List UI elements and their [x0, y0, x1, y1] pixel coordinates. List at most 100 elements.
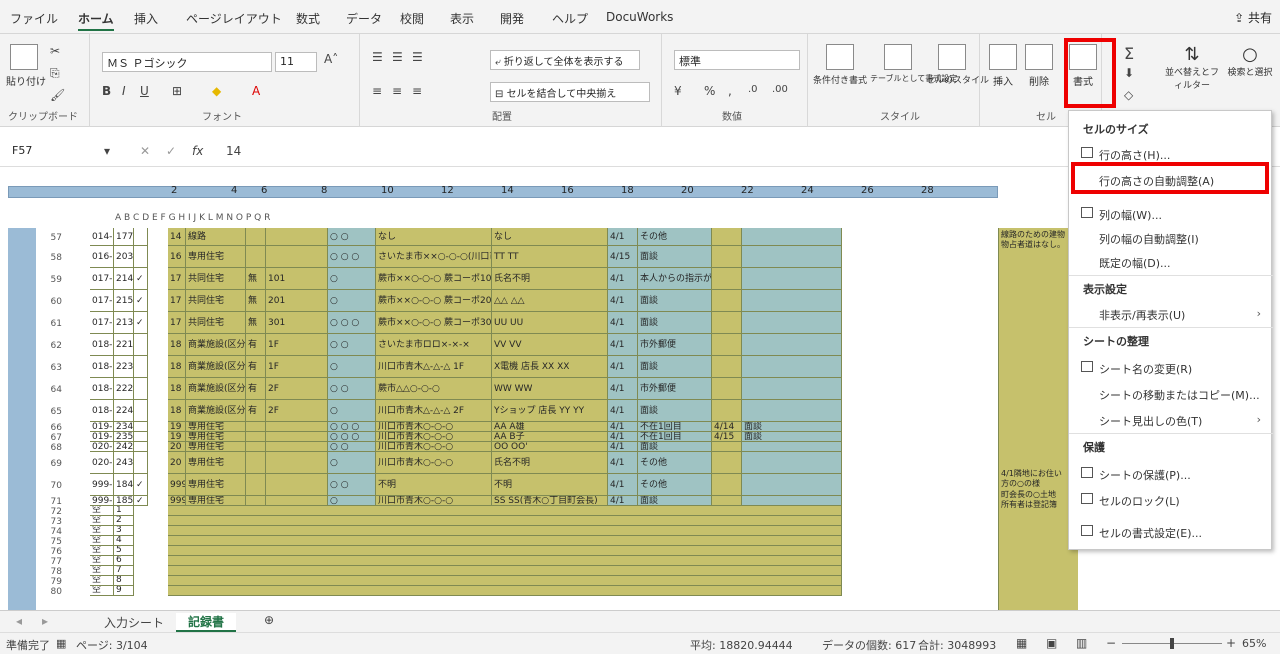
cell[interactable]: [246, 442, 266, 452]
cell[interactable]: 空: [90, 536, 114, 546]
cell[interactable]: 243: [114, 452, 134, 474]
share-button[interactable]: ⇪ 共有: [1234, 9, 1272, 26]
cell[interactable]: 川口市青木○-○-○: [376, 496, 492, 506]
cell[interactable]: 4: [114, 536, 134, 546]
cell[interactable]: [266, 474, 328, 496]
cell[interactable]: TT TT: [492, 246, 608, 268]
menu-rename-sheet[interactable]: シート名の変更(R): [1099, 361, 1192, 377]
format-painter-icon[interactable]: 🖌: [50, 88, 65, 102]
empty-row-band[interactable]: [168, 556, 842, 566]
cell[interactable]: ○ ○ ○: [328, 422, 376, 432]
cell[interactable]: 無: [246, 312, 266, 334]
cell[interactable]: 空: [90, 586, 114, 596]
cell[interactable]: 3: [114, 526, 134, 536]
empty-row-band[interactable]: [168, 506, 842, 516]
cell[interactable]: 017-1: [90, 268, 114, 290]
cell[interactable]: ✓: [134, 312, 148, 334]
side-notes-column[interactable]: 線路のための建物 物占者道はなし。 4/1隣地にお住い 方の○の様 町会長の○土地 所有者…: [998, 228, 1078, 610]
cell[interactable]: [742, 474, 842, 496]
row-number[interactable]: 60: [38, 297, 62, 307]
cell[interactable]: 専用住宅: [186, 442, 246, 452]
row-number[interactable]: 70: [38, 481, 62, 491]
menu-row-height[interactable]: 行の高さ(H)...: [1099, 147, 1170, 163]
cell[interactable]: [712, 268, 742, 290]
cell[interactable]: 018-2: [90, 400, 114, 422]
empty-row-band[interactable]: [168, 536, 842, 546]
cell[interactable]: 234: [114, 422, 134, 432]
cell[interactable]: [266, 228, 328, 246]
row-number[interactable]: 61: [38, 319, 62, 329]
row-number[interactable]: 78: [38, 567, 62, 577]
cell[interactable]: 215: [114, 290, 134, 312]
fill-icon[interactable]: ⬇: [1124, 66, 1134, 80]
tab-data[interactable]: データ: [346, 10, 382, 27]
bold-icon[interactable]: B: [102, 84, 111, 98]
cell[interactable]: 4/1: [608, 474, 638, 496]
cell[interactable]: 無: [246, 268, 266, 290]
cell[interactable]: 8: [114, 576, 134, 586]
cell[interactable]: [712, 378, 742, 400]
cell[interactable]: 氏名不明: [492, 452, 608, 474]
cell[interactable]: 18: [168, 400, 186, 422]
cell[interactable]: 有: [246, 356, 266, 378]
cell[interactable]: 不在1回目: [638, 432, 712, 442]
cell[interactable]: 18: [168, 356, 186, 378]
cell[interactable]: [742, 452, 842, 474]
page-layout-view-icon[interactable]: ▣: [1046, 636, 1057, 650]
cell[interactable]: 224: [114, 400, 134, 422]
row-number[interactable]: 71: [38, 497, 62, 507]
cell[interactable]: [742, 442, 842, 452]
cell[interactable]: 不在1回目: [638, 422, 712, 432]
cell[interactable]: [266, 452, 328, 474]
cell[interactable]: さいたま市ロロ×-×-×: [376, 334, 492, 356]
row-number[interactable]: 77: [38, 557, 62, 567]
cell[interactable]: 有: [246, 378, 266, 400]
cell[interactable]: 999-1: [90, 496, 114, 506]
cell[interactable]: 商業施設(区分所有): [186, 400, 246, 422]
tab-home[interactable]: ホーム: [78, 10, 114, 31]
cell[interactable]: ○ ○: [328, 334, 376, 356]
cell[interactable]: [742, 312, 842, 334]
tab-developer[interactable]: 開発: [500, 10, 524, 27]
cell[interactable]: 4/14: [712, 422, 742, 432]
cell[interactable]: 185: [114, 496, 134, 506]
cell[interactable]: 無: [246, 290, 266, 312]
tab-page-layout[interactable]: ページレイアウト: [186, 10, 282, 27]
cell[interactable]: 2F: [266, 378, 328, 400]
cell[interactable]: [134, 400, 148, 422]
cell[interactable]: 4/1: [608, 432, 638, 442]
cell[interactable]: 4/1: [608, 290, 638, 312]
cell[interactable]: 市外郵便: [638, 378, 712, 400]
empty-row-band[interactable]: [168, 576, 842, 586]
cell[interactable]: 蕨市△△○-○-○: [376, 378, 492, 400]
align-bottom-icon[interactable]: ☰: [412, 50, 423, 64]
cell[interactable]: 19: [168, 432, 186, 442]
italic-icon[interactable]: I: [122, 84, 126, 98]
cell[interactable]: なし: [376, 228, 492, 246]
cell[interactable]: ○ ○: [328, 442, 376, 452]
cell[interactable]: ○: [328, 400, 376, 422]
cell-styles-button[interactable]: セルのスタイル: [926, 44, 989, 86]
cell[interactable]: 221: [114, 334, 134, 356]
cell[interactable]: 6: [114, 556, 134, 566]
cell[interactable]: [712, 496, 742, 506]
cell[interactable]: 177: [114, 228, 134, 246]
align-top-icon[interactable]: ☰: [372, 50, 383, 64]
cell[interactable]: [266, 432, 328, 442]
cell[interactable]: 9: [114, 586, 134, 596]
cell[interactable]: ○: [328, 290, 376, 312]
cell[interactable]: [246, 228, 266, 246]
cell[interactable]: 線路: [186, 228, 246, 246]
cell[interactable]: 川口市青木△-△-△ 1F: [376, 356, 492, 378]
menu-autofit-column-width[interactable]: 列の幅の自動調整(I): [1099, 231, 1199, 247]
cell[interactable]: 17: [168, 268, 186, 290]
cell[interactable]: [712, 356, 742, 378]
cell[interactable]: [266, 496, 328, 506]
cell[interactable]: [712, 228, 742, 246]
clear-icon[interactable]: ◇: [1124, 88, 1133, 102]
paste-button[interactable]: 貼り付け: [6, 44, 46, 88]
cell[interactable]: 空: [90, 506, 114, 516]
zoom-out-icon[interactable]: −: [1106, 636, 1116, 650]
cell[interactable]: AA B子: [492, 432, 608, 442]
cell[interactable]: その他: [638, 452, 712, 474]
